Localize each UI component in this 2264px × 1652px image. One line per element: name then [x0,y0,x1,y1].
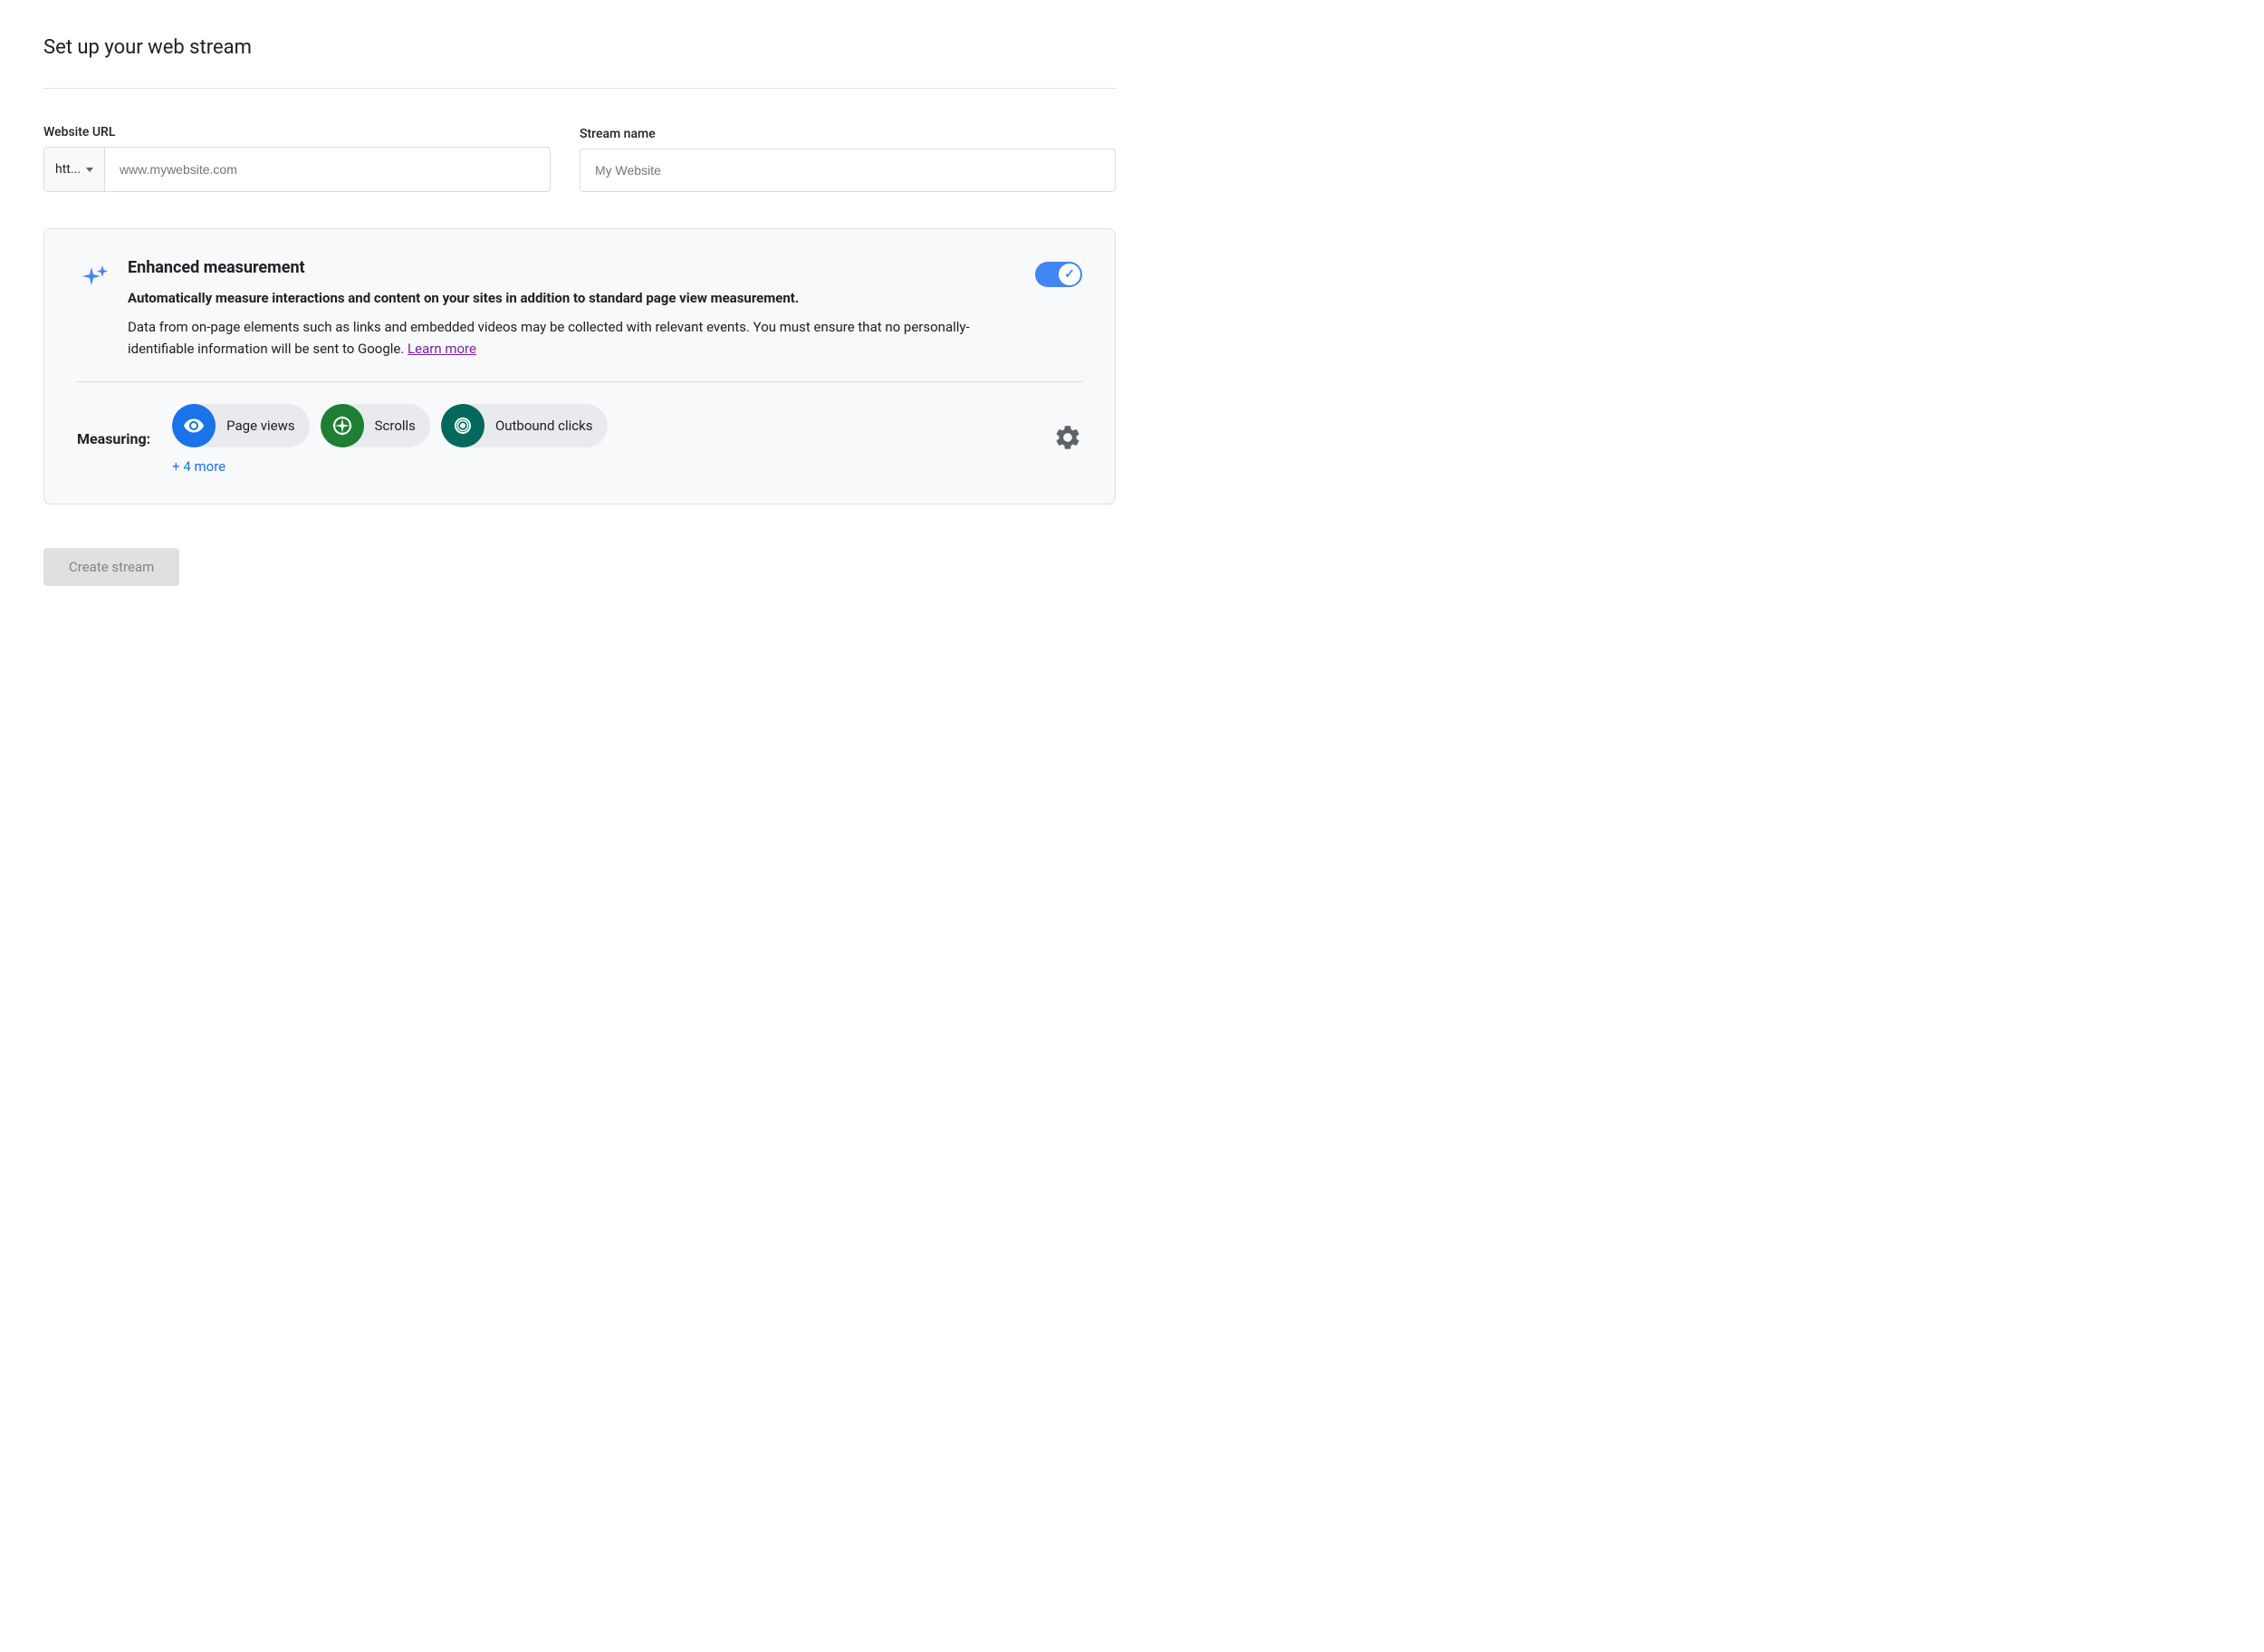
protocol-dropdown[interactable]: htt... [44,148,105,191]
more-row: + 4 more [172,458,1053,475]
chip-page-views[interactable]: Page views [172,404,310,447]
section-divider [43,88,1116,89]
scrolls-label: Scrolls [364,418,430,434]
url-section: Website URL htt... Stream name [43,125,1116,192]
enhanced-header-text: Enhanced measurement Automatically measu… [128,258,1021,360]
dropdown-arrow-icon [86,168,93,172]
enhanced-measurement-card: Enhanced measurement Automatically measu… [43,228,1116,504]
url-text-input[interactable] [105,148,550,191]
stream-name-group: Stream name [580,127,1116,192]
learn-more-link[interactable]: Learn more [408,341,476,357]
card-divider [77,381,1082,382]
protocol-value: htt... [55,162,81,177]
toggle-thumb: ✓ [1059,264,1080,285]
measuring-row: Measuring: Page views [77,404,1082,475]
website-url-label: Website URL [43,125,551,139]
stream-name-label: Stream name [580,127,1116,141]
create-stream-button[interactable]: Create stream [43,548,179,586]
outbound-clicks-icon [441,404,484,447]
outbound-clicks-label: Outbound clicks [484,418,608,434]
page-title: Set up your web stream [43,36,1116,59]
toggle-check-icon: ✓ [1064,268,1075,281]
chips-row: Page views Scrolls [172,404,1053,447]
page-views-icon [172,404,216,447]
measuring-label: Measuring: [77,430,150,447]
scrolls-icon [321,404,364,447]
settings-icon[interactable] [1053,423,1082,456]
enhanced-description-bold: Automatically measure interactions and c… [128,288,1021,309]
page-views-label: Page views [216,418,310,434]
toggle-track: ✓ [1035,262,1082,287]
enhanced-description: Data from on-page elements such as links… [128,316,1021,360]
chip-outbound-clicks[interactable]: Outbound clicks [441,404,608,447]
enhanced-title: Enhanced measurement [128,258,1021,277]
enhanced-toggle[interactable]: ✓ [1035,262,1082,287]
website-url-group: Website URL htt... [43,125,551,192]
stream-name-input[interactable] [580,149,1116,192]
url-input-wrapper: htt... [43,147,551,192]
sparkle-icon [77,260,113,300]
measuring-chips-wrapper: Page views Scrolls [172,404,1053,475]
more-link[interactable]: + 4 more [172,458,225,475]
enhanced-header: Enhanced measurement Automatically measu… [77,258,1082,360]
chip-scrolls[interactable]: Scrolls [321,404,430,447]
